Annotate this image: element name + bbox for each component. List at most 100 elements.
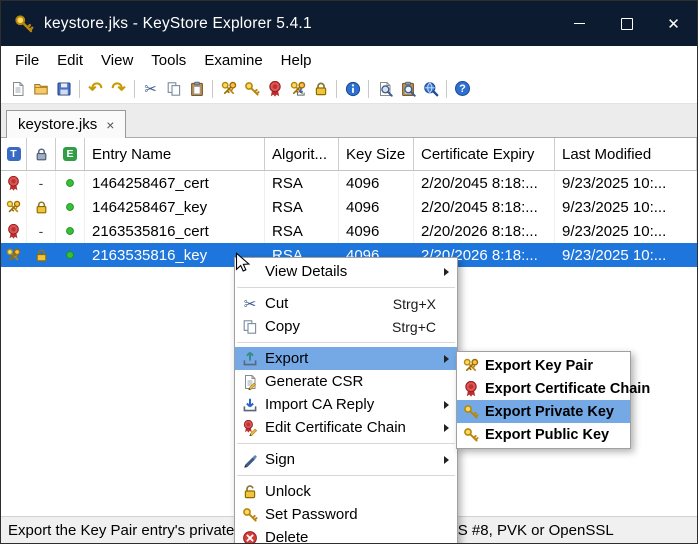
menu-separator [237,475,455,476]
submenu-item-export-public-key[interactable]: Export Public Key [457,423,630,446]
window-controls: ✕ [556,1,697,46]
copy-button[interactable] [162,77,185,100]
redo-button[interactable]: ↷ [107,77,130,100]
context-menu-item-cut[interactable]: ✂ Cut Strg+X [235,292,457,315]
key-pair-icon [6,248,21,263]
menu-separator [237,443,455,444]
key-icon [457,427,485,443]
padlock-icon [34,248,49,263]
copy-icon [235,319,265,335]
type-badge-icon: T [7,147,21,161]
examine-file-button[interactable] [373,77,396,100]
generate-secret-key-button[interactable] [240,77,263,100]
no-lock-dash: - [39,223,44,239]
table-row[interactable]: 1464258467_key RSA 4096 2/20/2045 8:18:.… [1,195,697,219]
new-button[interactable] [6,77,29,100]
expiry-badge-icon: E [63,147,77,161]
certificate-icon [267,81,283,97]
context-menu-item-generate-csr[interactable]: Generate CSR [235,370,457,393]
key-pair-icon [457,358,485,374]
import-icon [235,397,265,413]
minimize-icon [574,23,585,24]
algorithm: RSA [265,219,339,243]
context-menu-item-delete[interactable]: Delete [235,526,457,544]
menubar-item-edit[interactable]: Edit [48,49,92,72]
tab-label: keystore.jks [18,116,97,133]
tab-strip: keystore.jks × [1,104,697,138]
certificate-icon [6,224,21,239]
cut-icon: ✂ [235,295,265,313]
titlebar[interactable]: keystore.jks - KeyStore Explorer 5.4.1 ✕ [1,1,697,46]
context-menu-item-set-password[interactable]: Set Password [235,503,457,526]
edit-chain-icon [235,420,265,436]
generate-csr-icon [235,374,265,390]
submenu-arrow-icon [444,355,449,363]
examine-clipboard-button[interactable] [396,77,419,100]
import-trusted-certificate-button[interactable] [263,77,286,100]
minimize-button[interactable] [556,1,603,46]
header-last-modified[interactable]: Last Modified [555,138,697,170]
properties-button[interactable] [341,77,364,100]
new-file-icon [10,81,26,97]
context-menu-item-import-ca-reply[interactable]: Import CA Reply [235,393,457,416]
certificate-expiry: 2/20/2045 8:18:... [414,171,555,195]
tab-keystore-jks[interactable]: keystore.jks × [6,110,126,138]
submenu-arrow-icon [444,268,449,276]
menubar-item-help[interactable]: Help [272,49,321,72]
import-key-pair-button[interactable] [286,77,309,100]
context-menu-item-copy[interactable]: Copy Strg+C [235,315,457,338]
key-icon [457,404,485,420]
menubar-item-view[interactable]: View [92,49,142,72]
context-menu-item-export[interactable]: Export [235,347,457,370]
menubar-item-file[interactable]: File [6,49,48,72]
key-pair-icon [6,200,21,215]
context-menu-item-sign[interactable]: Sign [235,448,457,471]
undo-button[interactable]: ↶ [84,77,107,100]
menubar-item-tools[interactable]: Tools [142,49,195,72]
menubar: File Edit View Tools Examine Help [1,46,697,74]
header-key-size[interactable]: Key Size [339,138,414,170]
header-lock-status[interactable] [27,138,56,170]
context-menu-item-unlock[interactable]: Unlock [235,480,457,503]
paste-button[interactable] [185,77,208,100]
maximize-button[interactable] [603,1,650,46]
table-row[interactable]: - 1464258467_cert RSA 4096 2/20/2045 8:1… [1,171,697,195]
last-modified: 9/23/2025 10:... [555,243,697,267]
save-button[interactable] [52,77,75,100]
header-algorithm[interactable]: Algorit... [265,138,339,170]
submenu-arrow-icon [444,401,449,409]
header-certificate-expiry[interactable]: Certificate Expiry [414,138,555,170]
tab-close-icon[interactable]: × [106,117,114,133]
submenu-item-export-private-key[interactable]: Export Private Key [457,400,630,423]
header-type[interactable]: T [1,138,27,170]
last-modified: 9/23/2025 10:... [555,171,697,195]
no-lock-dash: - [39,175,44,191]
cut-button[interactable]: ✂ [139,77,162,100]
set-password-button[interactable] [309,77,332,100]
table-row[interactable]: - 2163535816_cert RSA 4096 2/20/2026 8:1… [1,219,697,243]
info-icon [345,81,361,97]
submenu-item-export-certificate-chain[interactable]: Export Certificate Chain [457,377,630,400]
algorithm: RSA [265,171,339,195]
header-expiry-status[interactable]: E [56,138,85,170]
context-menu-item-view-details[interactable]: View Details [235,260,457,283]
context-menu-item-edit-certificate-chain[interactable]: Edit Certificate Chain [235,416,457,439]
submenu-item-export-key-pair[interactable]: Export Key Pair [457,354,630,377]
open-button[interactable] [29,77,52,100]
mouse-cursor-icon [231,251,253,273]
export-submenu: Export Key Pair Export Certificate Chain… [456,351,631,449]
entry-name: 2163535816_cert [85,219,265,243]
generate-key-pair-button[interactable] [217,77,240,100]
examine-ssl-button[interactable] [419,77,442,100]
menubar-item-examine[interactable]: Examine [195,49,271,72]
table-header: T E Entry Name Algorit... Key Size Certi… [1,138,697,171]
globe-magnifier-icon [423,81,439,97]
import-key-pair-icon [290,81,306,97]
help-button[interactable]: ? [451,77,474,100]
toolbar-separator [446,80,447,98]
header-entry-name[interactable]: Entry Name [85,138,265,170]
close-button[interactable]: ✕ [650,1,697,46]
lock-status-icon [34,147,49,162]
last-modified: 9/23/2025 10:... [555,219,697,243]
padlock-icon [34,200,49,215]
